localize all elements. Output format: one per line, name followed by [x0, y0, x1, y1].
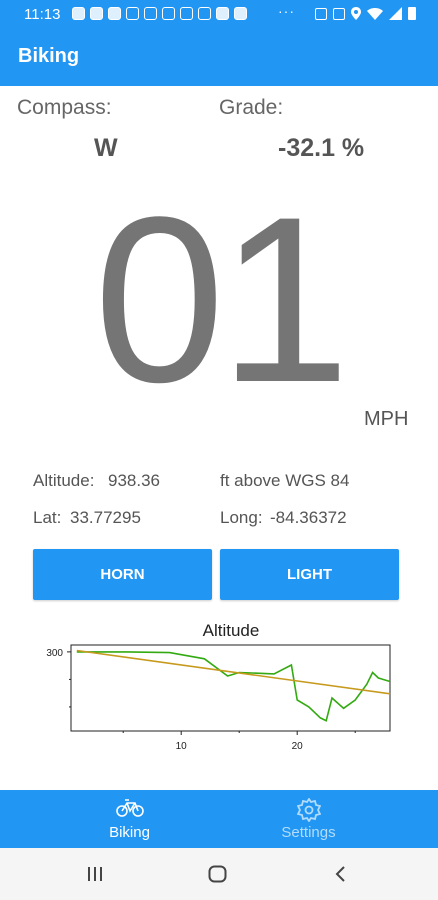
lat-value: 33.77295 — [70, 508, 141, 527]
navigation-bar — [0, 848, 438, 900]
horn-button[interactable]: HORN — [33, 549, 212, 600]
altitude-unit: ft above WGS 84 — [220, 471, 350, 490]
location-icon — [351, 7, 361, 20]
more-notifications-icon: ··· — [278, 3, 295, 19]
long-label: Long: — [220, 508, 263, 527]
grade-value: -32.1 % — [278, 134, 365, 162]
notification-icon — [108, 7, 121, 20]
light-button[interactable]: LIGHT — [220, 549, 399, 600]
tab-bar: Biking Settings — [0, 790, 438, 848]
notification-icon — [144, 7, 157, 20]
altitude-value: 938.36 — [108, 471, 160, 490]
grade-label: Grade: — [219, 96, 284, 119]
alarm-icon — [333, 7, 345, 20]
gear-icon — [296, 798, 321, 822]
notification-icon — [162, 7, 175, 20]
system-icons — [315, 7, 416, 20]
altitude-chart: Altitude 10 20 300 — [46, 621, 391, 752]
speed-unit: MPH — [364, 408, 409, 430]
wifi-icon — [367, 8, 383, 20]
long-value: -84.36372 — [270, 508, 347, 527]
compass-value: W — [94, 134, 118, 162]
altitude-trend-line — [76, 649, 391, 695]
tab-settings-label: Settings — [281, 824, 336, 841]
y-tick-label: 300 — [46, 648, 63, 659]
altitude-series-line — [76, 651, 391, 722]
notification-icon — [180, 7, 193, 20]
battery-icon — [408, 7, 416, 20]
notification-icons — [72, 7, 247, 20]
status-bar: 11:13 ··· — [0, 0, 438, 28]
tab-settings[interactable]: Settings — [199, 790, 418, 848]
x-tick-label: 20 — [292, 741, 304, 752]
signal-icon — [389, 7, 402, 20]
notification-icon — [126, 7, 139, 20]
recent-apps-icon[interactable] — [87, 866, 103, 882]
back-icon[interactable] — [334, 865, 346, 883]
chart-title: Altitude — [203, 621, 260, 640]
app-bar: Biking — [0, 28, 438, 86]
notification-icon — [90, 7, 103, 20]
notification-icon — [216, 7, 229, 20]
altitude-label: Altitude: — [33, 471, 95, 490]
app-title: Biking — [18, 45, 80, 67]
plot-frame — [70, 644, 391, 732]
speed-value: 01 — [93, 168, 351, 432]
x-tick-label: 10 — [176, 741, 188, 752]
lat-label: Lat: — [33, 508, 62, 527]
bicycle-icon — [115, 799, 144, 817]
notification-icon — [72, 7, 85, 20]
nfc-icon — [315, 7, 327, 20]
notification-icon — [234, 7, 247, 20]
home-icon[interactable] — [208, 865, 227, 883]
notification-icon — [198, 7, 211, 20]
compass-label: Compass: — [17, 96, 112, 119]
status-time: 11:13 — [24, 6, 61, 23]
